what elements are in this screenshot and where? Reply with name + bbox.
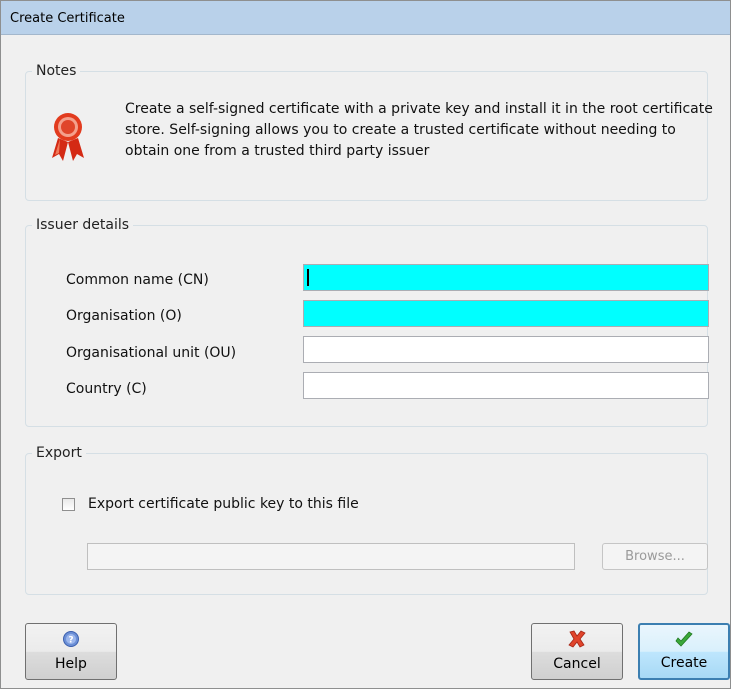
notes-group: Notes Create a self-signed certificate w… xyxy=(25,63,713,201)
common-name-input[interactable] xyxy=(303,264,709,291)
issuer-details-legend: Issuer details xyxy=(32,217,134,233)
svg-text:?: ? xyxy=(68,636,73,646)
create-button[interactable]: Create xyxy=(638,623,730,680)
export-public-key-checkbox[interactable] xyxy=(62,498,75,511)
checkmark-icon xyxy=(675,631,693,647)
export-group: Export Export certificate public key to … xyxy=(25,445,708,595)
common-name-label: Common name (CN) xyxy=(66,272,209,288)
notes-legend: Notes xyxy=(32,63,81,79)
text-caret xyxy=(307,269,309,286)
certificate-ribbon-icon xyxy=(52,113,84,161)
country-input[interactable] xyxy=(303,372,709,399)
help-label: Help xyxy=(55,656,87,672)
organisational-unit-input[interactable] xyxy=(303,336,709,363)
browse-button[interactable]: Browse... xyxy=(602,543,708,570)
organisation-label: Organisation (O) xyxy=(66,308,182,324)
country-label: Country (C) xyxy=(66,381,147,397)
issuer-details-group: Issuer details Common name (CN) Organisa… xyxy=(25,217,709,427)
window-title: Create Certificate xyxy=(10,11,125,26)
help-button[interactable]: ? Help xyxy=(25,623,117,680)
cancel-label: Cancel xyxy=(553,656,601,672)
export-public-key-label[interactable]: Export certificate public key to this fi… xyxy=(88,496,359,512)
export-legend: Export xyxy=(32,445,86,461)
title-bar[interactable]: Create Certificate xyxy=(1,1,730,35)
notes-description: Create a self-signed certificate with a … xyxy=(125,101,713,159)
organisational-unit-label: Organisational unit (OU) xyxy=(66,345,237,361)
cancel-x-icon xyxy=(568,630,586,648)
help-icon: ? xyxy=(63,631,79,647)
create-certificate-dialog: Create Certificate Notes Create a self-s… xyxy=(0,0,731,689)
organisation-input[interactable] xyxy=(303,300,709,327)
create-label: Create xyxy=(660,655,708,671)
export-file-path-input[interactable] xyxy=(87,543,575,570)
cancel-button[interactable]: Cancel xyxy=(531,623,623,680)
